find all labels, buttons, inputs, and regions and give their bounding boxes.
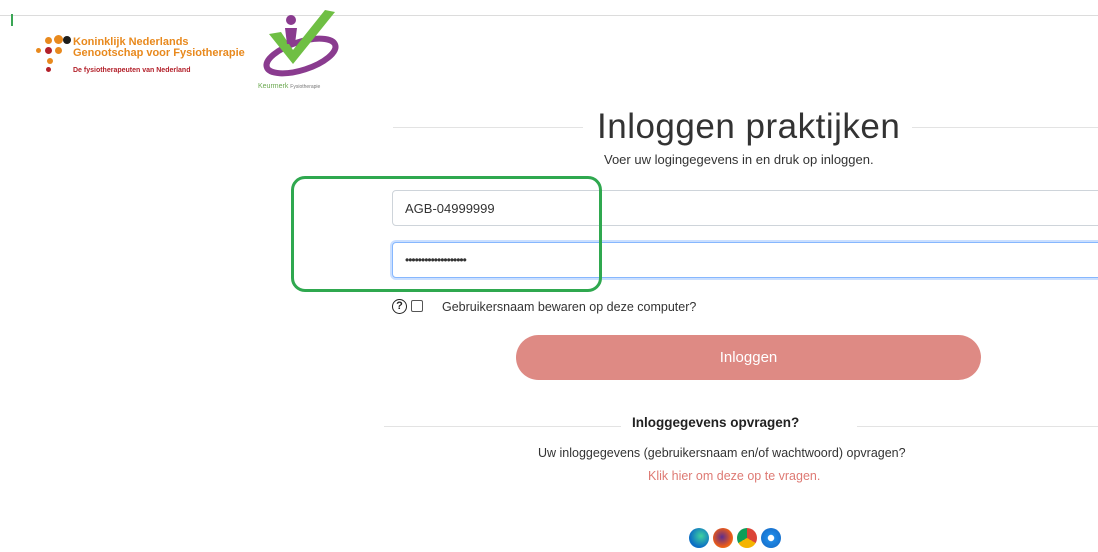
title-divider-left — [393, 127, 583, 128]
recover-link[interactable]: Klik hier om deze op te vragen. — [648, 469, 820, 483]
kngf-tagline: De fysiotherapeuten van Nederland — [73, 67, 191, 74]
keurmerk-text: Keurmerk Fysiotherapie — [258, 83, 320, 90]
edge-icon — [689, 528, 709, 548]
keurmerk-checkmark-icon — [263, 10, 339, 77]
remember-username-label[interactable]: Gebruikersnaam bewaren op deze computer? — [442, 300, 696, 314]
title-divider-right — [912, 127, 1098, 128]
keurmerk-name: Keurmerk — [258, 83, 289, 90]
login-button[interactable]: Inloggen — [516, 335, 981, 380]
recover-divider-left — [384, 426, 621, 427]
kngf-dots-icon — [30, 26, 71, 74]
text-cursor-mark — [11, 14, 13, 26]
recover-title: Inloggegevens opvragen? — [632, 415, 800, 430]
page-subtitle: Voer uw logingegevens in en druk op inlo… — [604, 152, 874, 167]
kngf-name-line2: Genootschap voor Fysiotherapie — [73, 47, 245, 59]
safari-icon — [761, 528, 781, 548]
kngf-logo: Koninklijk Nederlands Genootschap voor F… — [30, 26, 245, 96]
recover-text: Uw inloggegevens (gebruikersnaam en/of w… — [538, 446, 906, 460]
help-icon[interactable]: ? — [392, 299, 407, 314]
firefox-icon — [713, 528, 733, 548]
remember-username-checkbox[interactable] — [411, 300, 423, 312]
keurmerk-logo: Keurmerk Fysiotherapie — [255, 8, 345, 92]
page-title: Inloggen praktijken — [597, 107, 901, 146]
chrome-icon — [737, 528, 757, 548]
top-divider — [0, 15, 1098, 16]
highlight-annotation — [291, 176, 602, 292]
keurmerk-suffix: Fysiotherapie — [290, 84, 321, 90]
recover-divider-right — [857, 426, 1098, 427]
